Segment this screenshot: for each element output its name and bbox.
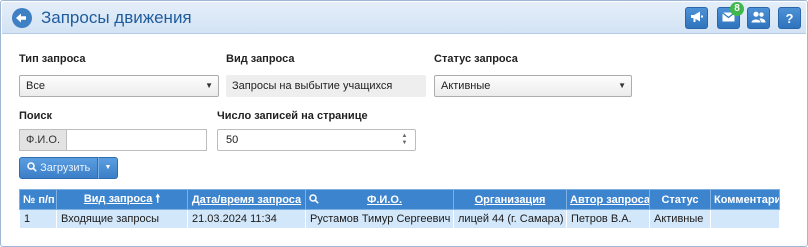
page-size-label: Число записей на странице [217,110,368,122]
load-button-label: Загрузить [40,162,91,174]
announcements-button[interactable] [685,7,708,29]
column-header-status: Статус [649,189,711,210]
help-icon: ? [785,10,794,26]
request-type-value: Все [26,80,45,92]
column-header-organization[interactable]: Организация [453,189,567,210]
column-header-author[interactable]: Автор запроса [566,189,650,210]
load-button[interactable]: Загрузить [19,157,98,179]
page-size-input[interactable]: 50 ▲ ▼ [217,129,416,151]
request-status-select[interactable]: Активные ▼ [434,75,632,97]
sort-asc-icon: 🠕 [155,193,161,205]
search-icon[interactable] [309,193,319,206]
messages-button[interactable]: 8 [717,2,744,29]
cell-status: Активные [649,209,711,229]
search-field-addon: Ф.И.О. [19,129,66,151]
search-label: Поиск [19,110,53,122]
column-header-comment: Комментарий [710,189,780,210]
requests-table: № п/п Вид запроса 🠕 Дата/время запроса Ф… [19,189,780,229]
back-icon[interactable] [12,8,32,28]
title-bar: Запросы движения 8 ? [2,2,806,34]
column-header-fio[interactable]: Ф.И.О. [305,189,454,210]
request-status-label: Статус запроса [434,53,518,65]
window-frame: Запросы движения 8 ? Тип запроса Все ▼ В… [0,0,808,247]
megaphone-icon [690,10,704,26]
column-header-number: № п/п [19,189,57,210]
cell-organization: лицей 44 (г. Самара) [453,209,567,229]
chevron-down-icon: ▼ [205,81,213,90]
messages-count-badge: 8 [730,2,744,16]
cell-number: 1 [19,209,57,229]
cell-request-kind: Входящие запросы [56,209,188,229]
request-kind-label: Вид запроса [226,53,295,65]
search-input[interactable] [66,129,207,151]
page-title: Запросы движения [41,8,192,27]
column-header-datetime[interactable]: Дата/время запроса [187,189,306,210]
table-header-row: № п/п Вид запроса 🠕 Дата/время запроса Ф… [19,189,780,210]
request-type-label: Тип запроса [19,53,86,65]
users-icon [751,11,766,26]
cell-author: Петров В.А. [566,209,650,229]
cell-datetime: 21.03.2024 11:34 [187,209,306,229]
cell-fio: Рустамов Тимур Сергеевич [305,209,454,229]
page-size-stepper[interactable]: ▲ ▼ [399,133,410,147]
table-row[interactable]: 1 Входящие запросы 21.03.2024 11:34 Руст… [19,209,780,229]
chevron-down-icon: ▼ [104,164,112,171]
page-size-value: 50 [226,134,239,146]
request-type-select[interactable]: Все ▼ [19,75,219,97]
request-kind-field: Запросы на выбытие учащихся [226,75,426,97]
search-icon [27,162,40,174]
cell-comment [710,209,780,229]
users-button[interactable] [747,7,770,29]
request-status-value: Активные [441,80,491,92]
help-button[interactable]: ? [778,7,801,29]
chevron-down-icon: ▼ [618,81,626,90]
column-header-request-kind[interactable]: Вид запроса 🠕 [56,189,188,210]
load-options-toggle[interactable]: ▼ [98,157,118,179]
